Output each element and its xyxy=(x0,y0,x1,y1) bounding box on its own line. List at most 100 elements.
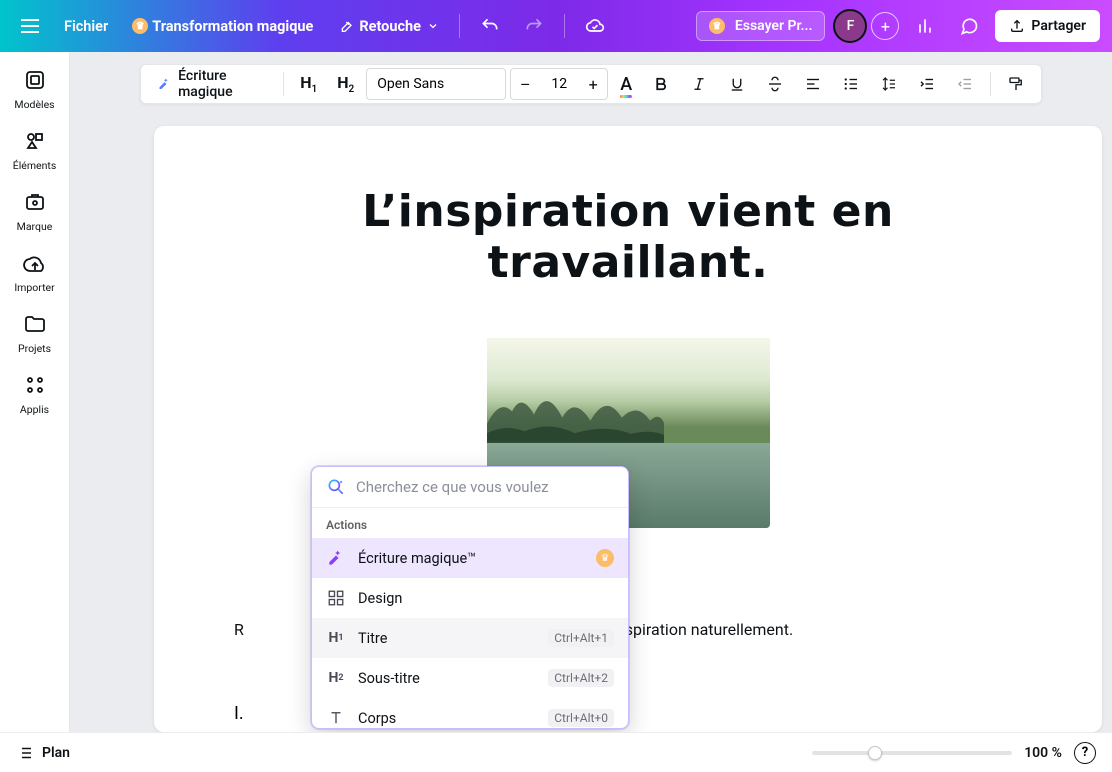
mountains-icon xyxy=(487,380,664,443)
brand-icon xyxy=(23,190,47,214)
zoom-value[interactable]: 100 % xyxy=(1024,745,1062,761)
action-body[interactable]: Corps Ctrl+Alt+0 xyxy=(312,698,628,728)
h2-button[interactable]: H2 xyxy=(329,68,362,100)
h2-label: H2 xyxy=(337,73,354,95)
increase-size-button[interactable]: + xyxy=(579,75,607,94)
insights-button[interactable] xyxy=(907,8,943,44)
font-name: Open Sans xyxy=(377,76,444,92)
cloud-sync-button[interactable] xyxy=(577,8,613,44)
action-label: Titre xyxy=(358,630,387,647)
slider-thumb[interactable] xyxy=(868,746,882,760)
magic-write-button[interactable]: Écriture magique xyxy=(149,68,275,100)
action-title[interactable]: H1 Titre Ctrl+Alt+1 xyxy=(312,618,628,658)
rail-projects[interactable]: Projets xyxy=(5,312,65,355)
bold-icon xyxy=(652,75,670,93)
italic-button[interactable] xyxy=(682,68,716,100)
align-button[interactable] xyxy=(796,68,830,100)
action-label: Sous-titre xyxy=(358,670,420,687)
divider xyxy=(459,14,460,38)
rail-brand[interactable]: Marque xyxy=(5,190,65,233)
list-button[interactable] xyxy=(834,68,868,100)
shortcut-label: Ctrl+Alt+1 xyxy=(548,629,614,647)
underline-button[interactable] xyxy=(720,68,754,100)
undo-button[interactable] xyxy=(472,8,508,44)
crown-icon: ♛ xyxy=(596,549,614,567)
color-a-icon: A xyxy=(620,74,632,95)
popover-search-input[interactable] xyxy=(356,478,614,496)
format-painter-button[interactable] xyxy=(999,68,1033,100)
action-magic-write[interactable]: Écriture magique™ ♛ xyxy=(312,538,628,578)
magic-transform-button[interactable]: ♛ Transformation magique xyxy=(124,18,321,35)
italic-icon xyxy=(690,75,708,93)
projects-icon xyxy=(23,312,47,336)
bold-button[interactable] xyxy=(644,68,678,100)
pen-icon xyxy=(337,18,353,34)
action-design[interactable]: Design xyxy=(312,578,628,618)
magic-write-label: Écriture magique xyxy=(178,68,267,100)
action-label: Design xyxy=(358,590,402,607)
h2-icon: H2 xyxy=(326,668,346,688)
action-label: Écriture magique™ xyxy=(358,550,476,567)
action-subtitle[interactable]: H2 Sous-titre Ctrl+Alt+2 xyxy=(312,658,628,698)
add-member-button[interactable]: + xyxy=(871,12,899,40)
comment-button[interactable] xyxy=(951,8,987,44)
import-icon xyxy=(23,251,47,275)
try-pro-button[interactable]: ♛ Essayer Pr... xyxy=(696,11,826,41)
templates-icon xyxy=(23,68,47,92)
rail-elements[interactable]: Éléments xyxy=(5,129,65,172)
sparkle-pen-icon xyxy=(157,75,172,93)
comment-icon xyxy=(959,16,979,36)
indent-icon xyxy=(918,75,936,93)
plan-button[interactable]: Plan xyxy=(16,744,70,762)
bullet-list-icon xyxy=(842,75,860,93)
retouche-menu[interactable]: Retouche xyxy=(329,18,447,35)
divider xyxy=(564,14,565,38)
text-toolbar: Écriture magique H1 H2 Open Sans – 12 + … xyxy=(140,64,1042,104)
font-size-value[interactable]: 12 xyxy=(539,76,579,92)
rail-label: Applis xyxy=(20,403,49,416)
retouche-label: Retouche xyxy=(359,18,421,35)
menu-button[interactable] xyxy=(12,8,48,44)
outdent-icon xyxy=(956,75,974,93)
decrease-size-button[interactable]: – xyxy=(511,75,539,94)
font-select[interactable]: Open Sans xyxy=(366,68,506,100)
redo-button[interactable] xyxy=(516,8,552,44)
file-menu[interactable]: Fichier xyxy=(56,18,116,35)
rail-apps[interactable]: Applis xyxy=(5,373,65,416)
text-icon xyxy=(326,708,346,728)
sparkle-search-icon xyxy=(326,477,346,497)
h1-button[interactable]: H1 xyxy=(292,68,325,100)
zoom-slider[interactable] xyxy=(812,751,1012,755)
help-button[interactable]: ? xyxy=(1074,742,1096,764)
h1-icon: H1 xyxy=(326,628,346,648)
text-color-button[interactable]: A xyxy=(612,68,640,100)
magic-transform-label: Transformation magique xyxy=(152,18,313,35)
spacing-button[interactable] xyxy=(872,68,906,100)
rail-label: Marque xyxy=(17,220,53,233)
avatar[interactable]: F xyxy=(833,9,867,43)
underline-icon xyxy=(728,75,746,93)
plan-label: Plan xyxy=(42,745,70,761)
strike-button[interactable] xyxy=(758,68,792,100)
rail-templates[interactable]: Modèles xyxy=(5,68,65,111)
actions-popover: Actions Écriture magique™ ♛ Design H1 Ti… xyxy=(311,466,629,729)
elements-icon xyxy=(23,129,47,153)
rail-label: Éléments xyxy=(13,159,57,172)
shortcut-label: Ctrl+Alt+2 xyxy=(548,669,614,687)
list-icon xyxy=(16,744,34,762)
action-label: Corps xyxy=(358,710,396,727)
share-button[interactable]: Partager xyxy=(995,10,1100,42)
grid-icon xyxy=(326,588,346,608)
shortcut-label: Ctrl+Alt+0 xyxy=(548,709,614,727)
cloud-check-icon xyxy=(585,16,605,36)
line-spacing-icon xyxy=(880,75,898,93)
align-left-icon xyxy=(804,75,822,93)
rail-import[interactable]: Importer xyxy=(5,251,65,294)
outdent-button[interactable] xyxy=(948,68,982,100)
try-pro-label: Essayer Pr... xyxy=(735,18,813,34)
indent-button[interactable] xyxy=(910,68,944,100)
share-label: Partager xyxy=(1031,18,1086,34)
chevron-down-icon xyxy=(427,20,439,32)
h1-label: H1 xyxy=(300,73,317,95)
doc-title[interactable]: L’inspiration vient en travaillant. xyxy=(234,186,1022,288)
